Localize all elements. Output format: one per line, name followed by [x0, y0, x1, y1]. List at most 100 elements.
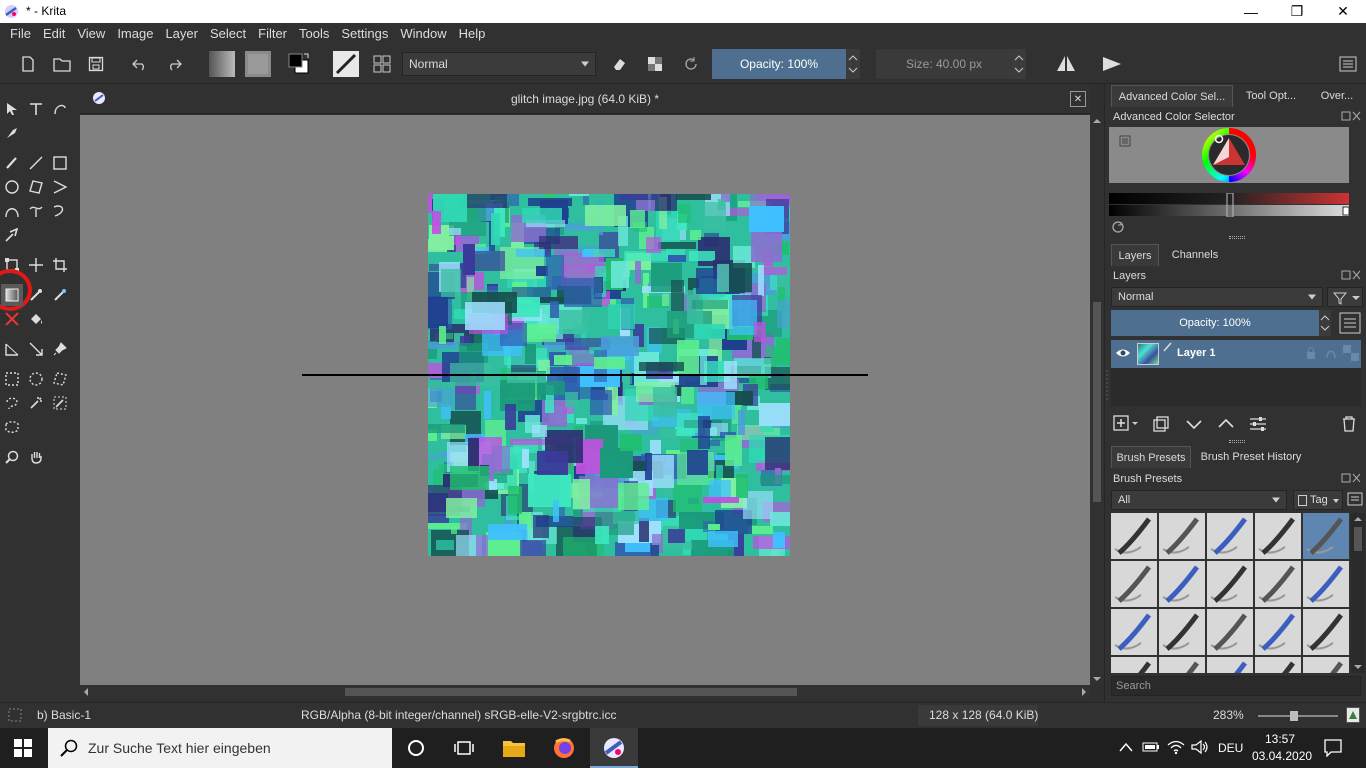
polygon-tool-icon[interactable] — [25, 176, 47, 198]
undo-icon[interactable] — [128, 52, 152, 76]
inherit-alpha-icon[interactable] — [1343, 345, 1359, 361]
freehand-brush-tool-icon[interactable] — [1, 152, 23, 174]
polyline-tool-icon[interactable] — [49, 176, 71, 198]
brush-preset-tile[interactable] — [1207, 513, 1253, 559]
color-refresh-icon[interactable] — [1111, 220, 1125, 234]
brush-preset-tile[interactable] — [1303, 513, 1349, 559]
smart-patch-tool-icon[interactable] — [49, 284, 71, 306]
pan-tool-icon[interactable] — [25, 446, 47, 468]
opacity-spinner[interactable] — [846, 49, 860, 79]
tab-channels[interactable]: Channels — [1163, 244, 1227, 266]
eraser-mode-icon[interactable] — [607, 52, 631, 76]
preserve-alpha-icon[interactable] — [643, 52, 667, 76]
lock-icon[interactable] — [1305, 346, 1317, 360]
measure-tool-icon[interactable] — [1, 338, 23, 360]
tray-chevron-up-icon[interactable] — [1119, 741, 1133, 753]
brush-preset-tile[interactable] — [1159, 561, 1205, 607]
calligraphy-tool-icon[interactable] — [1, 122, 23, 144]
zoom-slider[interactable] — [1258, 709, 1338, 723]
polygonal-selection-tool-icon[interactable] — [49, 368, 71, 390]
multibrush-tool-icon[interactable] — [1, 224, 23, 246]
tab-advanced-color-selector[interactable]: Advanced Color Sel... — [1111, 85, 1233, 107]
float-layers-docker-icon[interactable] — [1341, 270, 1361, 282]
menu-edit[interactable]: Edit — [37, 26, 71, 41]
brush-preset-tile[interactable] — [1303, 609, 1349, 655]
menu-select[interactable]: Select — [204, 26, 252, 41]
close-document-button[interactable]: ✕ — [1070, 91, 1086, 107]
tab-tool-options[interactable]: Tool Opt... — [1237, 85, 1305, 107]
menu-settings[interactable]: Settings — [335, 26, 394, 41]
layer-opacity-spinner[interactable] — [1319, 310, 1331, 336]
docker-splitter-handle-2[interactable] — [1229, 440, 1245, 443]
open-document-icon[interactable] — [50, 52, 74, 76]
cortana-icon[interactable] — [407, 739, 425, 757]
duplicate-layer-icon[interactable] — [1153, 416, 1169, 432]
rectangular-selection-tool-icon[interactable] — [1, 368, 23, 390]
menu-help[interactable]: Help — [453, 26, 492, 41]
elliptical-selection-tool-icon[interactable] — [25, 368, 47, 390]
taskbar-date[interactable]: 03.04.2020 — [1252, 749, 1312, 763]
layer-properties-icon[interactable] — [1339, 312, 1361, 334]
menu-filter[interactable]: Filter — [252, 26, 293, 41]
gradient-picker-icon[interactable] — [208, 50, 236, 78]
brush-search-input[interactable]: Search — [1111, 676, 1361, 696]
input-language[interactable]: DEU — [1218, 741, 1243, 755]
brush-preset-tile[interactable] — [1255, 561, 1301, 607]
move-layer-down-icon[interactable] — [1185, 416, 1203, 432]
pattern-picker-icon[interactable] — [244, 50, 272, 78]
move-layer-up-icon[interactable] — [1217, 416, 1235, 432]
ellipse-tool-icon[interactable] — [1, 176, 23, 198]
colorize-mask-tool-icon[interactable] — [1, 308, 23, 330]
brush-preset-tile[interactable] — [1255, 657, 1301, 673]
brush-preset-tile[interactable] — [1207, 561, 1253, 607]
color-wheel-area[interactable] — [1109, 127, 1349, 183]
close-window-button[interactable]: ✕ — [1320, 0, 1366, 23]
opacity-slider[interactable]: Opacity: 100% — [712, 49, 846, 79]
tag-button[interactable]: Tag — [1293, 490, 1343, 510]
bezier-curve-tool-icon[interactable] — [1, 200, 23, 222]
brush-preset-tile[interactable] — [1207, 657, 1253, 673]
workspace-grid-icon[interactable] — [370, 52, 394, 76]
brush-view-options-icon[interactable] — [1347, 492, 1363, 506]
reload-preset-icon[interactable] — [679, 52, 703, 76]
docker-splitter-handle[interactable] — [1229, 236, 1245, 239]
menu-tools[interactable]: Tools — [293, 26, 335, 41]
soft-proofing-icon[interactable] — [1346, 707, 1360, 723]
alpha-lock-icon[interactable] — [1325, 346, 1337, 360]
edit-shapes-tool-icon[interactable] — [49, 98, 71, 120]
menu-window[interactable]: Window — [394, 26, 452, 41]
brush-preset-tile[interactable] — [1159, 657, 1205, 673]
zoom-tool-icon[interactable] — [1, 446, 23, 468]
menu-file[interactable]: File — [4, 26, 37, 41]
brush-preset-tile[interactable] — [1111, 561, 1157, 607]
reference-pin-tool-icon[interactable] — [49, 338, 71, 360]
fg-bg-color-icon[interactable] — [287, 52, 311, 76]
float-docker-icon[interactable] — [1341, 111, 1361, 123]
fill-tool-icon[interactable] — [25, 308, 47, 330]
restore-button[interactable]: ❐ — [1274, 0, 1320, 23]
add-layer-icon[interactable] — [1113, 414, 1141, 432]
horizontal-scrollbar[interactable] — [80, 685, 1090, 699]
brush-preset-tile[interactable] — [1207, 609, 1253, 655]
layer-opacity-slider[interactable]: Opacity: 100% — [1111, 310, 1319, 336]
tab-brush-presets[interactable]: Brush Presets — [1111, 446, 1191, 468]
color-settings-icon[interactable] — [1119, 135, 1131, 147]
blend-mode-select[interactable]: Normal — [402, 52, 596, 76]
contiguous-selection-tool-icon[interactable] — [25, 392, 47, 414]
brush-preset-tile[interactable] — [1303, 561, 1349, 607]
menu-layer[interactable]: Layer — [159, 26, 204, 41]
menu-view[interactable]: View — [71, 26, 111, 41]
vertical-scrollbar[interactable] — [1090, 115, 1104, 685]
brush-preset-tile[interactable] — [1255, 609, 1301, 655]
delete-layer-icon[interactable] — [1341, 416, 1357, 432]
action-center-icon[interactable] — [1324, 739, 1342, 757]
krita-taskbar-button[interactable] — [590, 728, 638, 768]
taskbar-time[interactable]: 13:57 — [1265, 732, 1295, 746]
dynamic-brush-tool-icon[interactable] — [49, 200, 71, 222]
mirror-horizontal-icon[interactable] — [1054, 52, 1078, 76]
file-explorer-icon[interactable] — [502, 737, 526, 759]
new-document-icon[interactable] — [16, 52, 40, 76]
layer-filter-button[interactable] — [1327, 287, 1363, 307]
crop-tool-icon[interactable] — [49, 254, 71, 276]
eye-visibility-icon[interactable] — [1115, 346, 1131, 360]
